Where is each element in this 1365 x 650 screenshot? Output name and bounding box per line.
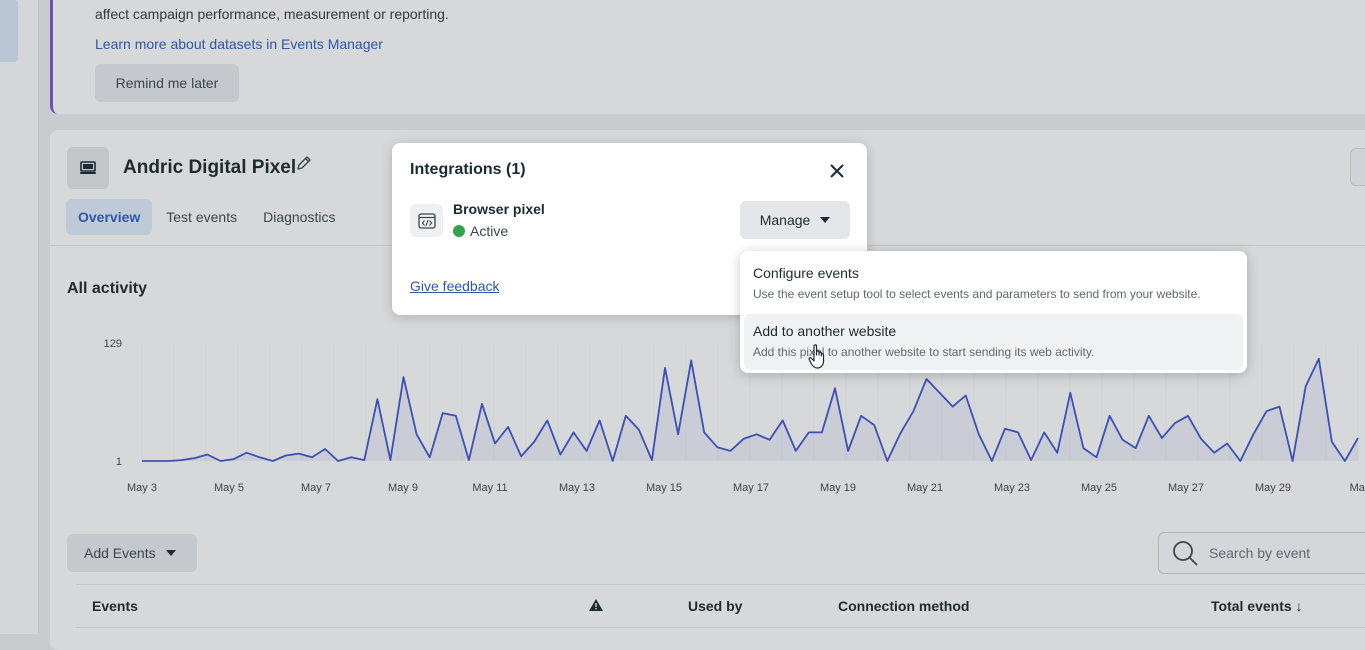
pointer-cursor-icon xyxy=(808,344,826,375)
caret-down-icon xyxy=(165,550,176,556)
add-events-label: Add Events xyxy=(84,545,156,561)
x-tick-label: May xyxy=(1350,482,1365,494)
status-text: Active xyxy=(470,223,509,239)
status-badge: Active xyxy=(453,223,508,239)
menu-item-label: Add to another website xyxy=(753,323,897,339)
warning-icon xyxy=(589,598,603,614)
x-tick-label: May 17 xyxy=(733,482,769,494)
x-tick-label: May 25 xyxy=(1081,482,1117,494)
give-feedback-link[interactable]: Give feedback xyxy=(410,278,500,294)
y-tick-label: 129 xyxy=(104,338,122,350)
y-tick-label: 1 xyxy=(116,456,122,468)
modal-title: Integrations (1) xyxy=(410,161,526,178)
manage-button[interactable]: Manage xyxy=(740,201,850,239)
col-events[interactable]: Events xyxy=(92,598,138,614)
integration-name: Browser pixel xyxy=(453,201,545,217)
x-tick-label: May 23 xyxy=(994,482,1030,494)
search-icon xyxy=(1173,541,1198,566)
x-tick-label: May 27 xyxy=(1168,482,1204,494)
x-tick-label: May 9 xyxy=(388,482,418,494)
table-divider xyxy=(76,627,1365,628)
x-tick-label: May 15 xyxy=(646,482,682,494)
x-tick-label: May 5 xyxy=(214,482,244,494)
menu-item-label: Configure events xyxy=(753,265,859,281)
close-icon[interactable] xyxy=(826,160,848,182)
col-used-by[interactable]: Used by xyxy=(688,598,742,614)
status-dot-icon xyxy=(453,225,465,237)
rail-active-tab[interactable] xyxy=(0,0,18,62)
col-connection-method[interactable]: Connection method xyxy=(838,598,969,614)
x-tick-label: May 13 xyxy=(559,482,595,494)
x-tick-label: May 19 xyxy=(820,482,856,494)
caret-down-icon xyxy=(820,217,831,223)
menu-item-configure-events[interactable]: Configure events Use the event setup too… xyxy=(744,256,1243,312)
left-rail xyxy=(0,0,39,634)
menu-item-description: Use the event setup tool to select event… xyxy=(753,287,1201,301)
notice-text: affect campaign performance, measurement… xyxy=(95,6,449,22)
event-search[interactable] xyxy=(1158,532,1365,574)
add-events-button[interactable]: Add Events xyxy=(67,534,197,572)
col-total-events[interactable]: Total events ↓ xyxy=(1211,598,1303,614)
x-tick-label: May 21 xyxy=(907,482,943,494)
menu-item-description: Add this pixel to another website to sta… xyxy=(753,345,1095,359)
manage-label: Manage xyxy=(759,212,811,228)
code-window-icon xyxy=(410,204,443,237)
x-tick-label: May 3 xyxy=(127,482,157,494)
table-divider xyxy=(76,584,1365,585)
x-tick-label: May 11 xyxy=(472,482,507,494)
x-tick-label: May 7 xyxy=(301,482,331,494)
search-input[interactable] xyxy=(1207,544,1361,562)
x-tick-label: May 29 xyxy=(1255,482,1291,494)
remind-later-button[interactable]: Remind me later xyxy=(95,64,239,102)
learn-more-link[interactable]: Learn more about datasets in Events Mana… xyxy=(95,36,383,52)
dataset-notice: affect campaign performance, measurement… xyxy=(50,0,1365,114)
